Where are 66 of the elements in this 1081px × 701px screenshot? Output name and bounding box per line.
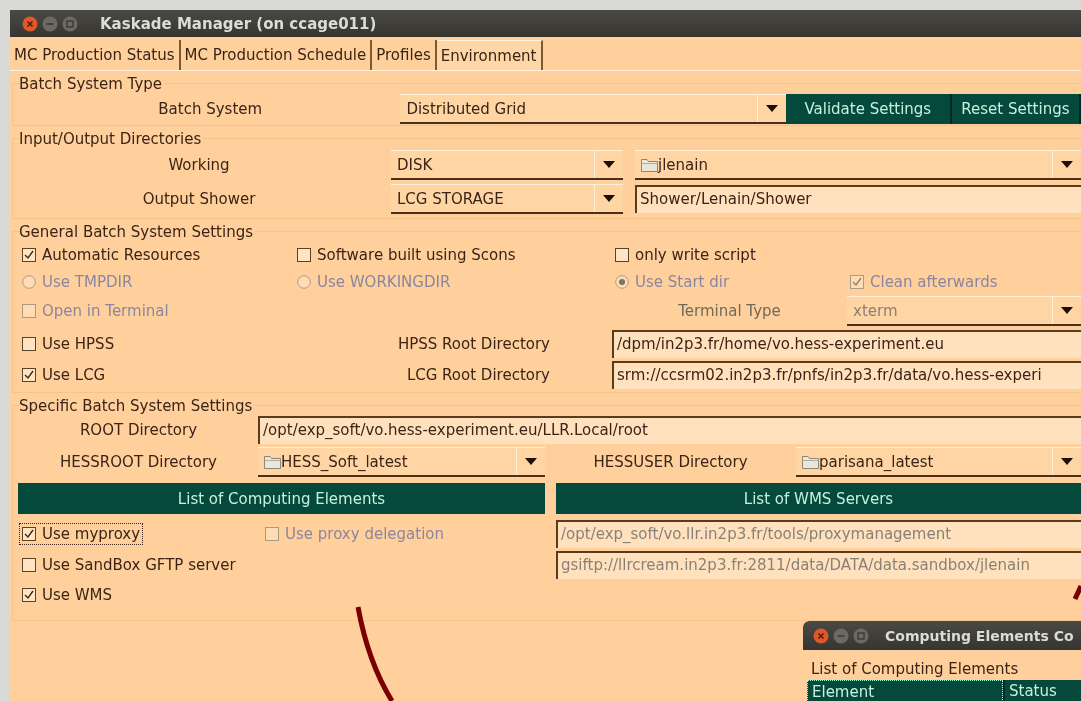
dropdown-arrow-icon xyxy=(1061,457,1073,466)
folder-dropdown[interactable]: parisana_latest xyxy=(796,447,1081,477)
checkbox[interactable]: Use HPSS xyxy=(19,332,118,355)
folder-icon xyxy=(264,454,281,469)
checkbox[interactable]: Automatic Resources xyxy=(19,243,204,266)
tab[interactable]: Environment xyxy=(436,40,543,70)
window-title: Computing Elements Co xyxy=(885,627,1074,644)
dropdown-arrow-icon xyxy=(765,104,778,113)
list-button[interactable]: List of Computing Elements xyxy=(18,483,545,514)
group-title: General Batch System Settings xyxy=(19,223,255,241)
checkbox-icon[interactable] xyxy=(22,336,36,351)
field-label: HESSROOT Directory xyxy=(60,453,217,471)
folder-icon xyxy=(641,157,658,172)
dropdown-arrow-icon xyxy=(1061,306,1073,315)
checkbox-icon[interactable] xyxy=(22,247,36,262)
dropdown-arrow-icon xyxy=(603,160,615,169)
maximize-icon[interactable] xyxy=(62,15,78,32)
column-header[interactable]: Element xyxy=(807,680,1003,701)
dropdown[interactable]: LCG STORAGE xyxy=(391,184,623,214)
field-label: Working xyxy=(167,156,231,174)
dropdown[interactable]: DISK xyxy=(391,150,623,180)
group-title: List of Computing Elements xyxy=(811,660,1021,678)
group-title: Input/Output Directories xyxy=(19,130,204,148)
text-field[interactable]: srm://ccsrm02.in2p3.fr/pnfs/in2p3.fr/data/vo.hess-experi xyxy=(612,361,1081,389)
folder-icon xyxy=(802,454,819,469)
close-icon[interactable] xyxy=(813,627,829,644)
checkbox-icon[interactable] xyxy=(615,247,629,262)
window-title: Kaskade Manager (on ccage011) xyxy=(100,14,377,33)
dropdown-arrow-icon xyxy=(603,194,615,203)
checkbox[interactable]: only write script xyxy=(612,243,759,266)
list-button[interactable]: List of WMS Servers xyxy=(556,483,1081,514)
checkbox-icon[interactable] xyxy=(297,247,311,262)
group-title: Specific Batch System Settings xyxy=(19,397,255,415)
text-field[interactable]: /dpm/in2p3.fr/home/vo.hess-experiment.eu xyxy=(612,329,1081,358)
action-button[interactable]: Validate Settings xyxy=(785,94,952,124)
minimize-icon[interactable] xyxy=(833,627,849,644)
folder-dropdown[interactable]: HESS_Soft_latest xyxy=(258,447,545,477)
field-label: ROOT Directory xyxy=(79,421,198,439)
dropdown[interactable]: Distributed Grid xyxy=(400,94,786,124)
column-header[interactable]: Status xyxy=(1003,680,1081,701)
checkbox-icon[interactable] xyxy=(22,558,36,572)
checkbox-icon[interactable] xyxy=(22,527,36,541)
group-title: Batch System Type xyxy=(19,75,165,93)
text-field[interactable]: Shower/Lenain/Shower xyxy=(635,185,1081,213)
maximize-icon[interactable] xyxy=(853,627,869,644)
checkbox[interactable]: Software built using Scons xyxy=(294,243,519,266)
dropdown-arrow-icon xyxy=(525,457,537,466)
minimize-icon[interactable] xyxy=(42,15,58,32)
checkbox[interactable]: Use SandBox GFTP server xyxy=(19,554,239,576)
annotation-curve xyxy=(1072,584,1081,601)
field-label: Terminal Type xyxy=(678,302,781,320)
checkbox[interactable]: Use myproxy xyxy=(19,523,144,545)
close-icon[interactable] xyxy=(22,15,38,32)
checkbox[interactable]: Use LCG xyxy=(19,364,109,386)
checkbox[interactable]: Use WMS xyxy=(19,584,116,606)
text-field[interactable]: /opt/exp_soft/vo.hess-experiment.eu/LLR.Local/root xyxy=(258,416,1081,444)
action-button[interactable]: Reset Settings xyxy=(951,94,1081,124)
field-label: Batch System xyxy=(157,100,264,118)
dropdown-arrow-icon xyxy=(1061,160,1073,169)
folder-dropdown[interactable]: jlenain xyxy=(635,150,1081,180)
field-label: LCG Root Directory xyxy=(406,366,550,384)
checkbox-icon[interactable] xyxy=(22,368,36,382)
field-label: HPSS Root Directory xyxy=(397,334,550,353)
field-label: HESSUSER Directory xyxy=(593,453,748,471)
checkbox-icon[interactable] xyxy=(22,588,36,602)
field-label: Output Shower xyxy=(141,190,257,208)
